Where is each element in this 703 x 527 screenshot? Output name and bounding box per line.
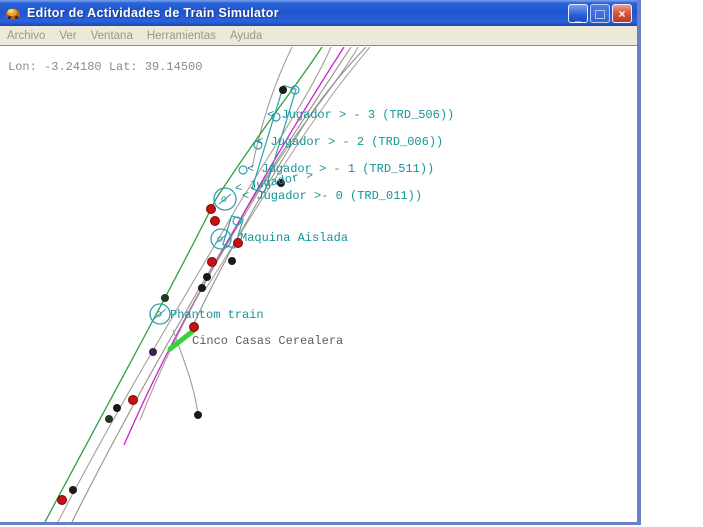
menu-herramientas[interactable]: Herramientas xyxy=(140,28,223,44)
minimize-icon: _ xyxy=(575,12,581,23)
track-vertex-black[interactable] xyxy=(198,284,206,292)
label-jugador-3[interactable]: < Jugador > - 3 (TRD_506)) xyxy=(267,108,454,122)
track-vertex-red[interactable] xyxy=(208,258,217,267)
track-vertex-black[interactable] xyxy=(69,486,77,494)
menu-bar: Archivo Ver Ventana Herramientas Ayuda xyxy=(0,26,637,46)
track-vertex-black[interactable] xyxy=(194,411,202,419)
track-vertex-dark_green[interactable] xyxy=(161,294,169,302)
menu-ver[interactable]: Ver xyxy=(52,28,83,44)
maximize-icon xyxy=(595,10,605,19)
track-vertex-red[interactable] xyxy=(58,496,67,505)
track-vertex-black[interactable] xyxy=(203,273,211,281)
app-window: Editor de Actividades de Train Simulator… xyxy=(0,0,641,525)
track-vertex-dark_green[interactable] xyxy=(105,415,113,423)
maximize-button[interactable] xyxy=(590,4,610,23)
track-vertex-red[interactable] xyxy=(129,396,138,405)
label-cinco-casas[interactable]: Cinco Casas Cerealera xyxy=(192,334,343,348)
label-jugador-0[interactable]: < Jugador >- 0 (TRD_011)) xyxy=(242,189,422,203)
menu-archivo[interactable]: Archivo xyxy=(0,28,52,44)
track-vertex-red[interactable] xyxy=(211,217,220,226)
close-icon: × xyxy=(618,8,625,20)
menu-ventana[interactable]: Ventana xyxy=(84,28,140,44)
track-vertex-purple[interactable] xyxy=(149,348,157,356)
train-circle-jugador-tick xyxy=(219,194,231,204)
menu-ayuda[interactable]: Ayuda xyxy=(223,28,269,44)
window-title: Editor de Actividades de Train Simulator xyxy=(27,6,279,20)
track-vertex-red[interactable] xyxy=(190,323,199,332)
lonlat-readout: Lon: -3.24180 Lat: 39.14500 xyxy=(8,60,202,74)
minimize-button[interactable]: _ xyxy=(568,4,588,23)
track-vertex-black[interactable] xyxy=(113,404,121,412)
label-jugador-2[interactable]: < Jugador > - 2 (TRD_006)) xyxy=(256,135,443,149)
track-vertex-black[interactable] xyxy=(279,86,287,94)
label-maquina-aislada[interactable]: Maquina Aislada xyxy=(240,231,348,245)
flag-marker-3[interactable] xyxy=(239,166,247,174)
app-icon xyxy=(5,5,22,22)
title-bar[interactable]: Editor de Actividades de Train Simulator… xyxy=(0,0,637,26)
map-svg xyxy=(0,0,637,522)
track-vertex-black[interactable] xyxy=(228,257,236,265)
track-vertex-red[interactable] xyxy=(207,205,216,214)
close-button[interactable]: × xyxy=(612,4,632,23)
label-phantom-train[interactable]: Phantom train xyxy=(170,308,264,322)
